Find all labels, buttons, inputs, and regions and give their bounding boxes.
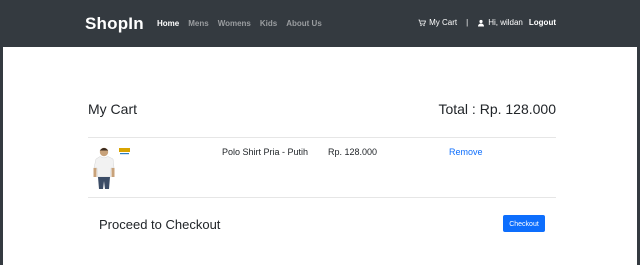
my-cart-label: My Cart xyxy=(429,18,458,27)
user-greeting[interactable]: Hi, wildan xyxy=(477,18,523,27)
nav-right: My Cart | Hi, wildan Logout xyxy=(418,18,556,27)
divider xyxy=(88,137,556,138)
checkout-title: Proceed to Checkout xyxy=(99,217,221,232)
nav-womens-link[interactable]: Womens xyxy=(218,19,251,28)
cart-total: Total : Rp. 128.000 xyxy=(438,101,556,117)
nav-links: Home Mens Womens Kids About Us xyxy=(157,19,322,28)
product-name: Polo Shirt Pria - Putih xyxy=(222,147,309,157)
nav-mens-link[interactable]: Mens xyxy=(188,19,208,28)
product-image xyxy=(90,142,134,190)
remove-item-link[interactable]: Remove xyxy=(449,147,483,157)
brand-logo[interactable]: ShopIn xyxy=(85,14,144,34)
my-cart-link[interactable]: My Cart xyxy=(418,18,457,27)
nav-about-link[interactable]: About Us xyxy=(286,19,322,28)
nav-kids-link[interactable]: Kids xyxy=(260,19,277,28)
divider xyxy=(88,197,556,198)
product-price: Rp. 128.000 xyxy=(328,147,378,157)
user-icon xyxy=(478,19,485,26)
user-greeting-label: Hi, wildan xyxy=(488,18,523,27)
cart-icon xyxy=(418,19,427,26)
nav-separator: | xyxy=(466,18,469,27)
nav-home-link[interactable]: Home xyxy=(157,19,179,28)
checkout-button[interactable]: Checkout xyxy=(503,215,545,232)
cart-title: My Cart xyxy=(88,101,137,117)
navbar: ShopIn Home Mens Womens Kids About Us My… xyxy=(0,0,640,47)
logout-link[interactable]: Logout xyxy=(529,18,556,27)
